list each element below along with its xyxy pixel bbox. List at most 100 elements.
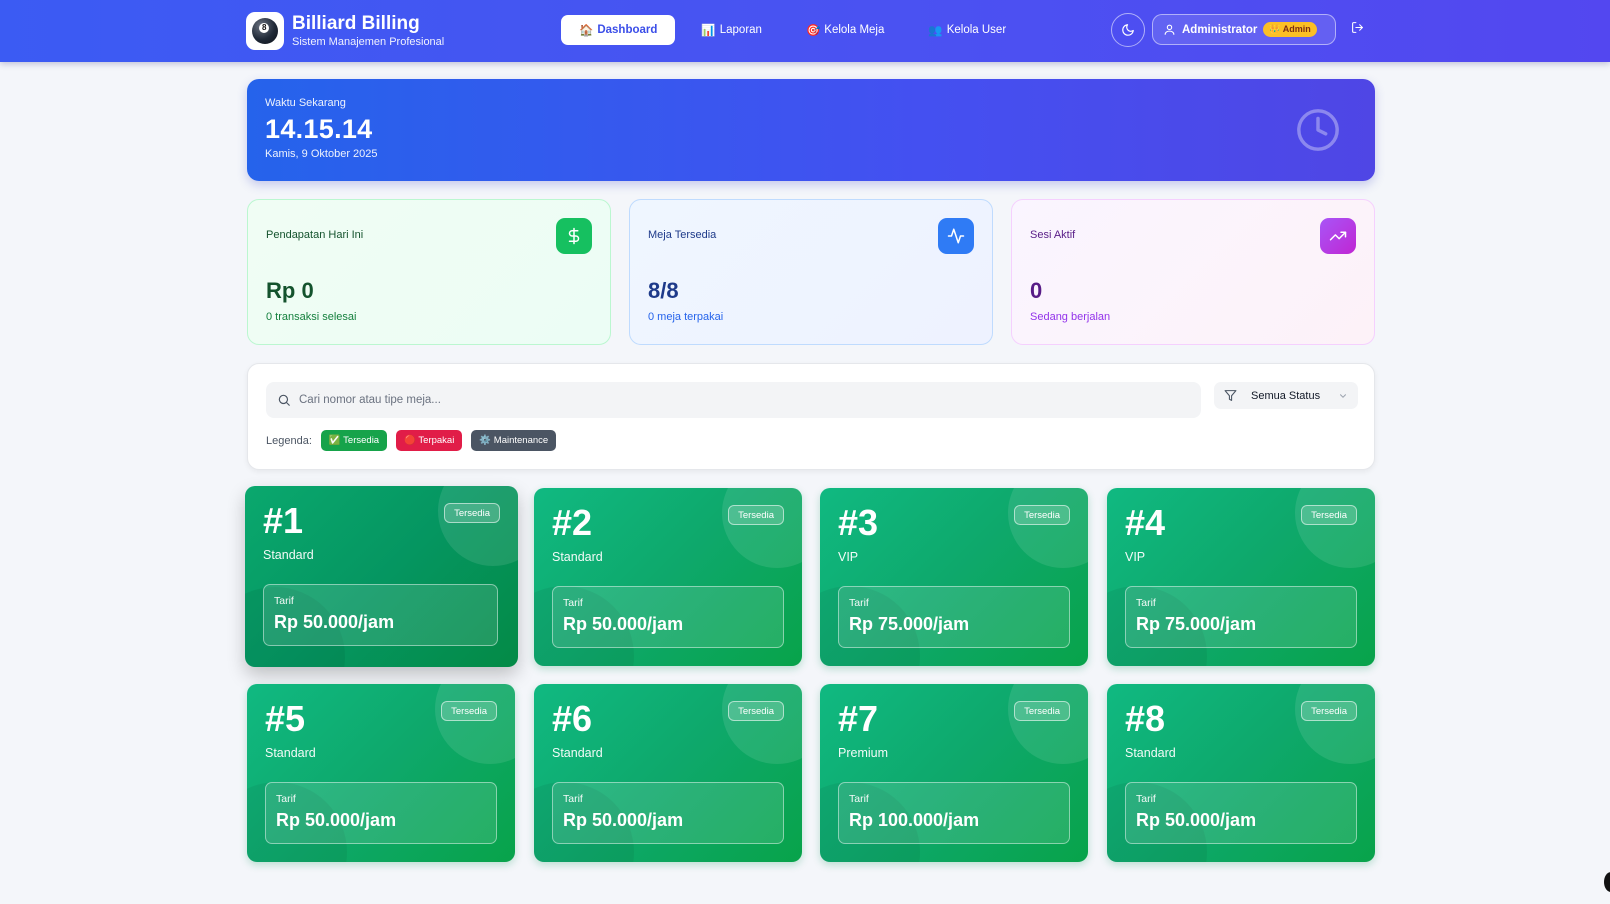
tarif-box: Tarif Rp 50.000/jam <box>265 782 497 844</box>
tarif-label: Tarif <box>849 597 869 609</box>
theme-toggle-button[interactable] <box>1111 13 1145 47</box>
table-type: Standard <box>1125 746 1176 760</box>
tarif-box: Tarif Rp 50.000/jam <box>552 586 784 648</box>
nav-kelola-meja-label: Kelola Meja <box>824 24 885 36</box>
tarif-box: Tarif Rp 50.000/jam <box>1125 782 1357 844</box>
users-icon: 👥 <box>928 25 943 37</box>
logout-icon <box>1352 22 1363 33</box>
table-number: #1 <box>263 500 304 541</box>
table-number: #7 <box>838 698 879 739</box>
nav-kelola-user-label: Kelola User <box>946 24 1007 36</box>
status-legend: Legenda: ✅ Tersedia 🔴 Terpakai ⚙️ Mainte… <box>266 430 557 451</box>
stat-revenue-label: Pendapatan Hari Ini <box>266 229 364 241</box>
stat-tables-label: Meja Tersedia <box>648 229 717 241</box>
legend-maintenance: ⚙️ Maintenance <box>471 430 557 451</box>
stat-sessions-sub: Sedang berjalan <box>1030 311 1111 323</box>
role-badge: 👑 Admin <box>1263 22 1317 37</box>
table-type: Standard <box>552 746 603 760</box>
brand[interactable]: 8 Billiard Billing Sistem Manajemen Prof… <box>246 12 444 50</box>
search-icon <box>278 394 290 406</box>
legend-occupied: 🔴 Terpakai <box>396 430 463 451</box>
tarif-label: Tarif <box>1136 793 1156 805</box>
main-nav: 🏠 Dashboard 📊 Laporan 🎯 Kelola Meja 👥 Ke… <box>561 15 1024 45</box>
tarif-label: Tarif <box>849 793 869 805</box>
tarif-box: Tarif Rp 75.000/jam <box>1125 586 1357 648</box>
tarif-value: Rp 50.000/jam <box>276 810 397 830</box>
table-type: VIP <box>838 550 859 564</box>
tarif-box: Tarif Rp 50.000/jam <box>263 584 498 646</box>
activity-icon <box>938 218 974 254</box>
nav-laporan[interactable]: 📊 Laporan <box>683 15 780 45</box>
table-type: Standard <box>265 746 316 760</box>
chevron-down-icon <box>1339 393 1347 398</box>
nav-dashboard[interactable]: 🏠 Dashboard <box>561 15 676 45</box>
user-name: Administrator <box>1182 23 1258 36</box>
nav-kelola-meja[interactable]: 🎯 Kelola Meja <box>788 15 902 45</box>
tarif-value: Rp 50.000/jam <box>274 612 395 632</box>
table-number: #6 <box>552 698 593 739</box>
tarif-box: Tarif Rp 75.000/jam <box>838 586 1070 648</box>
stat-tables-value: 8/8 <box>648 278 679 303</box>
target-icon: 🎯 <box>805 25 821 37</box>
user-menu-button[interactable]: Administrator 👑 Admin <box>1152 14 1336 45</box>
clock-icon <box>1297 109 1339 151</box>
table-card[interactable]: #3 VIP Tersedia Tarif Rp 75.000/jam <box>820 488 1088 666</box>
moon-icon <box>1122 24 1134 36</box>
logout-button[interactable] <box>1351 21 1364 39</box>
brand-title: Billiard Billing <box>292 13 420 34</box>
table-card[interactable]: #5 Standard Tersedia Tarif Rp 50.000/jam <box>247 684 515 862</box>
tarif-value: Rp 75.000/jam <box>1136 614 1257 634</box>
tarif-label: Tarif <box>563 597 583 609</box>
home-icon: 🏠 <box>579 25 594 37</box>
tarif-box: Tarif Rp 50.000/jam <box>552 782 784 844</box>
current-time-card: Waktu Sekarang 14.15.14 Kamis, 9 Oktober… <box>247 79 1375 181</box>
status-filter-value: Semua Status <box>1251 389 1321 402</box>
tarif-label: Tarif <box>274 595 294 607</box>
stat-revenue-card: Pendapatan Hari Ini Rp 0 0 transaksi sel… <box>247 199 611 345</box>
chart-icon: 📊 <box>701 25 716 37</box>
nav-kelola-user[interactable]: 👥 Kelola User <box>910 15 1024 45</box>
trending-up-icon <box>1320 218 1356 254</box>
table-card[interactable]: #8 Standard Tersedia Tarif Rp 50.000/jam <box>1107 684 1375 862</box>
tarif-box: Tarif Rp 100.000/jam <box>838 782 1070 844</box>
floating-action-button[interactable] <box>1604 872 1610 892</box>
search-input[interactable] <box>299 394 1179 406</box>
table-card[interactable]: #6 Standard Tersedia Tarif Rp 50.000/jam <box>534 684 802 862</box>
table-type: Premium <box>838 746 889 760</box>
table-number: #8 <box>1125 698 1166 739</box>
tarif-value: Rp 100.000/jam <box>849 810 980 830</box>
dollar-icon <box>556 218 592 254</box>
table-number: #5 <box>265 698 306 739</box>
table-number: #3 <box>838 502 879 543</box>
current-time: 14.15.14 <box>265 114 373 144</box>
status-badge: Tersedia <box>1301 505 1357 525</box>
table-type: VIP <box>1125 550 1146 564</box>
status-filter-select[interactable]: Semua Status <box>1214 382 1358 409</box>
status-badge: Tersedia <box>1301 701 1357 721</box>
table-card[interactable]: #4 VIP Tersedia Tarif Rp 75.000/jam <box>1107 488 1375 666</box>
user-icon <box>1164 24 1175 35</box>
table-card[interactable]: #1 Standard Tersedia Tarif Rp 50.000/jam <box>245 486 518 667</box>
search-box[interactable] <box>266 382 1201 418</box>
table-type: Standard <box>263 548 314 562</box>
tarif-value: Rp 50.000/jam <box>563 810 684 830</box>
table-type: Standard <box>552 550 603 564</box>
status-badge: Tersedia <box>441 701 497 721</box>
table-number: #2 <box>552 502 593 543</box>
tarif-label: Tarif <box>1136 597 1156 609</box>
tarif-value: Rp 50.000/jam <box>563 614 684 634</box>
table-card[interactable]: #2 Standard Tersedia Tarif Rp 50.000/jam <box>534 488 802 666</box>
status-badge: Tersedia <box>728 505 784 525</box>
stat-sessions-value: 0 <box>1030 278 1043 303</box>
stat-revenue-sub: 0 transaksi selesai <box>266 311 357 323</box>
stat-tables-sub: 0 meja terpakai <box>648 311 724 323</box>
tarif-label: Tarif <box>276 793 296 805</box>
time-label: Waktu Sekarang <box>265 97 346 109</box>
stat-tables-card: Meja Tersedia 8/8 0 meja terpakai <box>629 199 993 345</box>
nav-dashboard-label: Dashboard <box>597 24 658 36</box>
stat-sessions-card: Sesi Aktif 0 Sedang berjalan <box>1011 199 1375 345</box>
billiard-ball-logo-icon: 8 <box>246 12 284 50</box>
status-badge: Tersedia <box>1014 701 1070 721</box>
brand-subtitle: Sistem Manajemen Profesional <box>292 36 445 48</box>
table-card[interactable]: #7 Premium Tersedia Tarif Rp 100.000/jam <box>820 684 1088 862</box>
